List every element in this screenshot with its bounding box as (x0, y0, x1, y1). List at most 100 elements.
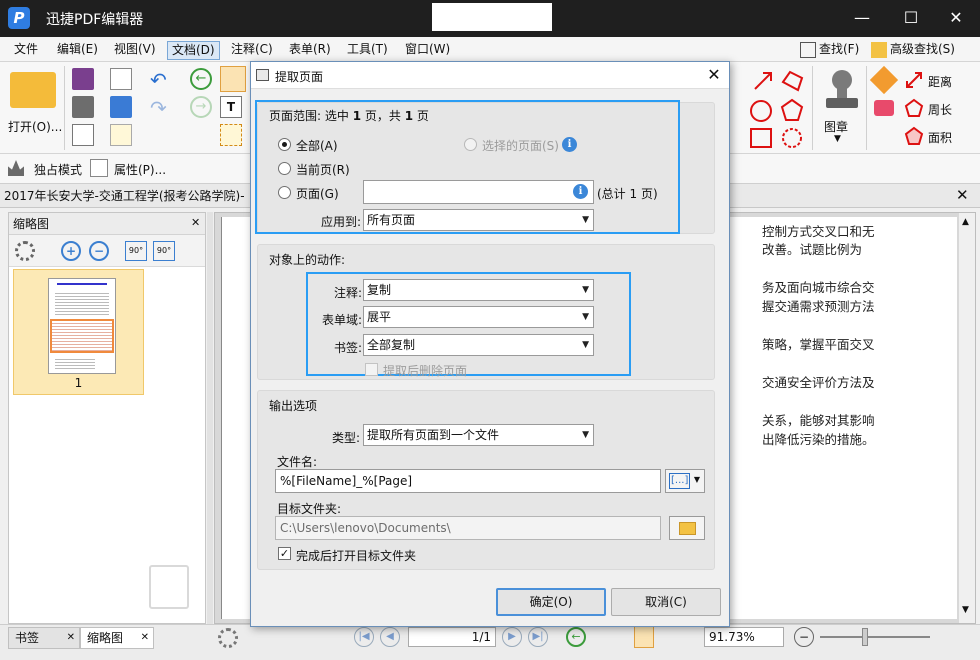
menu-view[interactable]: 视图(V) (110, 41, 160, 60)
back-icon[interactable]: ← (190, 68, 212, 90)
ellipse-tool-icon[interactable] (750, 100, 772, 122)
scroll-down-icon[interactable]: ▼ (962, 605, 969, 615)
radio-all-label[interactable]: 全部(A) (296, 137, 338, 154)
cloud-tool-icon[interactable] (780, 126, 804, 150)
history-back-icon[interactable]: ← (566, 627, 586, 647)
filename-input[interactable]: %[FileName]_%[Page] (275, 469, 661, 493)
stamp-dropdown-icon[interactable]: ▼ (834, 134, 841, 144)
settings-gear-icon[interactable] (218, 628, 238, 648)
open-button-label[interactable]: 打开(O)... (8, 118, 62, 135)
open-folder-icon[interactable] (10, 72, 56, 108)
scroll-up-icon[interactable]: ▲ (962, 217, 969, 227)
output-type-select[interactable]: 提取所有页面到一个文件 ▼ (363, 424, 594, 446)
single-page-view-icon[interactable] (634, 626, 654, 648)
minimize-button[interactable]: — (848, 6, 876, 30)
ribbon-separator (812, 66, 813, 150)
thumbnail-toolbar: + − 90° 90° (9, 235, 205, 267)
apply-to-select[interactable]: 所有页面 ▼ (363, 209, 594, 231)
rotate-left-icon[interactable]: 90° (125, 241, 147, 261)
close-tab-icon[interactable]: ✕ (67, 628, 75, 648)
radio-current-page[interactable] (278, 162, 291, 175)
page-number-input[interactable]: 1/1 (408, 627, 496, 647)
distance-label[interactable]: 距离 (928, 73, 952, 90)
forward-icon[interactable]: → (190, 96, 212, 118)
prev-page-icon[interactable]: ◀ (380, 627, 400, 647)
open-folder-after-checkbox[interactable]: ✓ (278, 547, 291, 560)
annotations-select[interactable]: 复制 ▼ (363, 279, 594, 301)
zoom-out-icon[interactable]: − (89, 241, 109, 261)
rectangle-tool-icon[interactable] (750, 128, 772, 148)
redo-icon[interactable]: ↷ (150, 96, 167, 120)
thumbnail-page-item[interactable]: 1 (13, 269, 144, 395)
distance-icon[interactable] (904, 70, 924, 90)
rotate-right-icon[interactable]: 90° (153, 241, 175, 261)
title-search-box[interactable] (432, 3, 552, 31)
filename-macro-button[interactable]: [...] ▼ (665, 469, 705, 493)
last-page-icon[interactable]: ▶| (528, 627, 548, 647)
stamp-icon[interactable] (822, 68, 862, 112)
first-page-icon[interactable]: |◀ (354, 627, 374, 647)
zoom-select[interactable]: 91.73% (704, 627, 784, 647)
zoom-out-button-icon[interactable]: − (794, 627, 814, 647)
panel-splitter[interactable] (207, 212, 213, 624)
print-icon[interactable] (72, 96, 94, 118)
menu-document[interactable]: 文档(D) (167, 41, 220, 60)
arrow-tool-icon[interactable] (752, 70, 774, 92)
cancel-button[interactable]: 取消(C) (611, 588, 721, 616)
pentagon-tool-icon[interactable] (780, 98, 804, 122)
maximize-button[interactable]: ☐ (897, 6, 925, 30)
pages-range-input[interactable] (363, 180, 594, 204)
document-tab[interactable]: 2017年长安大学-交通工程学(报考公路学院)- (4, 187, 245, 207)
perimeter-label[interactable]: 周长 (928, 101, 952, 118)
save-icon[interactable] (72, 68, 94, 90)
properties-button[interactable]: 属性(P)... (114, 161, 166, 178)
menu-tools[interactable]: 工具(T) (343, 41, 392, 60)
radio-current-page-label[interactable]: 当前页(R) (296, 161, 350, 178)
vertical-scrollbar[interactable]: ▲ ▼ (959, 213, 975, 623)
hand-tool-icon[interactable] (220, 66, 246, 92)
eraser-icon[interactable] (874, 100, 894, 116)
browse-folder-button[interactable] (669, 516, 705, 540)
menu-edit[interactable]: 编辑(E) (53, 41, 102, 60)
stamp-label[interactable]: 图章 (824, 118, 848, 135)
undo-icon[interactable]: ↶ (150, 68, 167, 92)
document-icon[interactable] (72, 124, 94, 146)
tab-thumbnails[interactable]: 缩略图 ✕ (80, 627, 154, 649)
zoom-slider[interactable] (820, 636, 930, 638)
settings-gear-icon[interactable] (15, 241, 35, 261)
menu-window[interactable]: 窗口(W) (401, 41, 454, 60)
advanced-find-button[interactable]: 高级查找(S) (871, 40, 955, 60)
exclusive-mode-button[interactable]: 独占模式 (34, 161, 82, 178)
pencil-icon[interactable] (869, 65, 899, 95)
tab-bookmarks[interactable]: 书签 ✕ (8, 627, 80, 649)
polygon-line-tool-icon[interactable] (780, 70, 804, 92)
radio-pages[interactable] (278, 186, 291, 199)
scan-icon[interactable] (110, 96, 132, 118)
dialog-close-button[interactable]: ✕ (703, 65, 725, 85)
open-folder-after-label[interactable]: 完成后打开目标文件夹 (296, 547, 416, 564)
ok-button[interactable]: 确定(O) (496, 588, 606, 616)
perimeter-icon[interactable] (904, 98, 924, 118)
menu-file[interactable]: 文件 (10, 41, 42, 60)
area-icon[interactable] (904, 126, 924, 146)
form-fields-select[interactable]: 展平 ▼ (363, 306, 594, 328)
snapshot-icon[interactable] (220, 124, 242, 146)
zoom-slider-handle[interactable] (862, 628, 868, 646)
close-panel-icon[interactable]: ✕ (191, 216, 200, 229)
menu-form[interactable]: 表单(R) (285, 41, 335, 60)
email-icon[interactable] (110, 68, 132, 90)
bookmarks-select[interactable]: 全部复制 ▼ (363, 334, 594, 356)
radio-all[interactable] (278, 138, 291, 151)
target-folder-input[interactable]: C:\Users\lenovo\Documents\ (275, 516, 661, 540)
zoom-in-icon[interactable]: + (61, 241, 81, 261)
select-text-icon[interactable]: T (220, 96, 242, 118)
area-label[interactable]: 面积 (928, 129, 952, 146)
radio-pages-label[interactable]: 页面(G) (296, 185, 339, 202)
menu-comment[interactable]: 注释(C) (227, 41, 277, 60)
close-tab-icon[interactable]: ✕ (141, 628, 149, 648)
new-doc-icon[interactable] (110, 124, 132, 146)
close-window-button[interactable]: ✕ (942, 6, 970, 30)
next-page-icon[interactable]: ▶ (502, 627, 522, 647)
close-document-icon[interactable]: ✕ (956, 186, 969, 204)
find-button[interactable]: 查找(F) (800, 40, 859, 60)
